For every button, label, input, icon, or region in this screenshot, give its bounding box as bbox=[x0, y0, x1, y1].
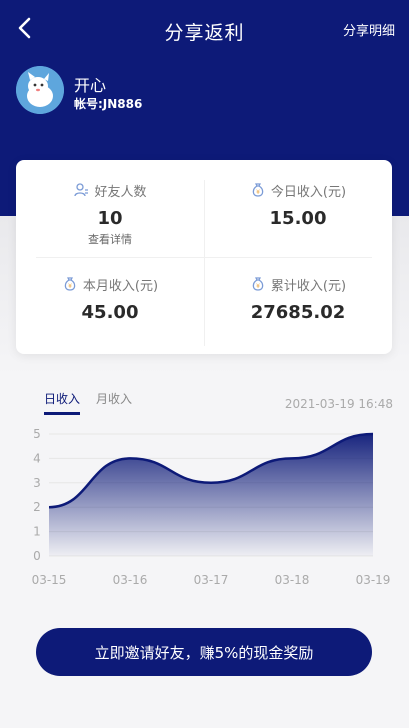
y-tick-label: 2 bbox=[33, 500, 41, 514]
account-id: 帐号:JN886 bbox=[74, 97, 143, 111]
money-bag-icon: ¥ bbox=[252, 183, 264, 197]
avatar-icon bbox=[16, 66, 64, 114]
total-income-label: 累计收入(元) bbox=[270, 278, 347, 294]
x-tick-label: 03-15 bbox=[32, 573, 67, 587]
total-income-value: 27685.02 bbox=[250, 302, 346, 323]
tab-monthly-income[interactable]: 月收入 bbox=[96, 390, 132, 415]
x-tick-label: 03-16 bbox=[113, 573, 148, 587]
friends-label: 好友人数 bbox=[94, 184, 147, 200]
money-bag-icon: ¥ bbox=[252, 277, 264, 291]
stat-month-income: ¥ 本月收入(元) 45.00 bbox=[16, 274, 204, 323]
x-tick-label: 03-18 bbox=[275, 573, 310, 587]
today-income-label: 今日收入(元) bbox=[270, 184, 347, 200]
tab-daily-income[interactable]: 日收入 bbox=[44, 390, 81, 415]
money-bag-icon: ¥ bbox=[64, 277, 76, 291]
x-tick-label: 03-17 bbox=[194, 573, 229, 587]
income-chart: 0 1 2 3 4 5 03-15 03-16 03-17 03-18 03-19 bbox=[32, 427, 391, 587]
stat-total-income: ¥ 累计收入(元) 27685.02 bbox=[204, 274, 392, 323]
share-detail-link[interactable]: 分享明细 bbox=[343, 20, 395, 39]
y-tick-label: 3 bbox=[33, 476, 41, 490]
y-tick-label: 4 bbox=[33, 451, 41, 465]
svg-text:¥: ¥ bbox=[68, 283, 72, 290]
timestamp: 2021-03-19 16:48 bbox=[284, 397, 393, 411]
svg-text:¥: ¥ bbox=[256, 189, 260, 196]
svg-text:¥: ¥ bbox=[256, 283, 260, 290]
horizontal-divider bbox=[36, 257, 372, 258]
avatar[interactable] bbox=[16, 66, 64, 114]
stat-friends: 好友人数 10 查看详情 bbox=[16, 180, 204, 247]
invite-friends-button[interactable]: 立即邀请好友，赚5%的现金奖励 bbox=[36, 628, 372, 676]
today-income-value: 15.00 bbox=[269, 208, 327, 229]
y-tick-label: 5 bbox=[33, 427, 41, 441]
user-name: 开心 bbox=[74, 76, 107, 95]
month-income-value: 45.00 bbox=[81, 302, 139, 323]
stats-card: 好友人数 10 查看详情 ¥ 今日收入(元) 15.00 ¥ 本月收入(元) 4… bbox=[16, 160, 392, 354]
stat-today-income: ¥ 今日收入(元) 15.00 bbox=[204, 180, 392, 229]
y-tick-label: 1 bbox=[33, 525, 41, 539]
y-tick-label: 0 bbox=[33, 549, 41, 563]
income-area bbox=[49, 434, 373, 556]
users-icon bbox=[74, 183, 89, 197]
friends-count: 10 bbox=[97, 208, 123, 229]
view-details-link[interactable]: 查看详情 bbox=[16, 231, 204, 247]
x-tick-label: 03-19 bbox=[356, 573, 391, 587]
month-income-label: 本月收入(元) bbox=[82, 278, 159, 294]
income-tabs: 日收入 月收入 bbox=[44, 390, 132, 415]
